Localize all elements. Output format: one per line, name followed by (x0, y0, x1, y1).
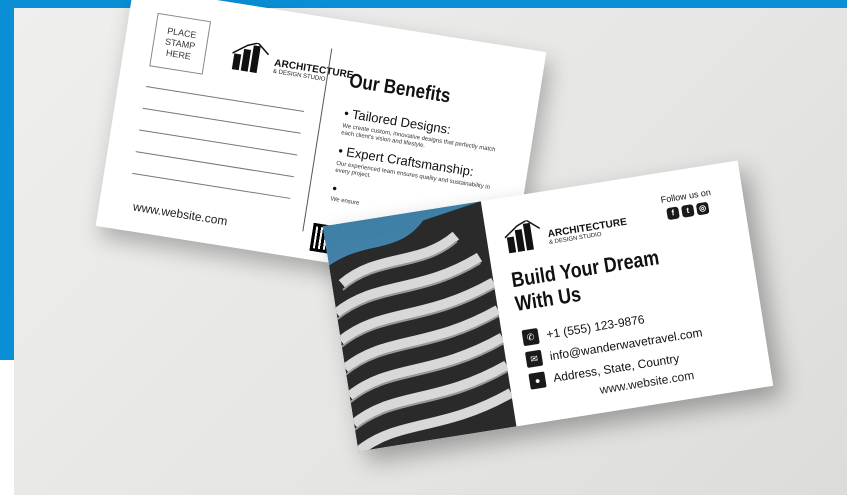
address-line (142, 107, 301, 134)
twitter-icon: t (680, 204, 695, 218)
address-line (135, 151, 294, 178)
social-icons: f t ◎ (666, 201, 710, 221)
background-white-block (0, 360, 14, 495)
building-photo (322, 201, 517, 452)
facebook-icon: f (666, 206, 680, 221)
front-logo: ARCHITECTURE & DESIGN STUDIO (503, 205, 629, 254)
address-line (145, 85, 305, 113)
building-logo-icon (231, 42, 270, 74)
back-website-text: www.website.com (132, 199, 229, 229)
address-line (132, 172, 291, 199)
address-line (139, 129, 298, 156)
curved-balconies-image (329, 201, 517, 452)
benefit-3-bullet: • (331, 180, 339, 197)
building-logo-icon (504, 219, 541, 254)
back-logo: ARCHITECTURE & DESIGN STUDIO (230, 39, 356, 88)
mail-icon: ✉ (524, 349, 544, 368)
stamp-box: PLACE STAMP HERE (149, 12, 212, 75)
headline: Build Your Dream With Us (510, 246, 665, 317)
benefits-title: Our Benefits (347, 69, 452, 108)
location-pin-icon: ● (528, 371, 547, 390)
phone-icon: ✆ (521, 327, 540, 347)
instagram-icon: ◎ (695, 201, 710, 216)
